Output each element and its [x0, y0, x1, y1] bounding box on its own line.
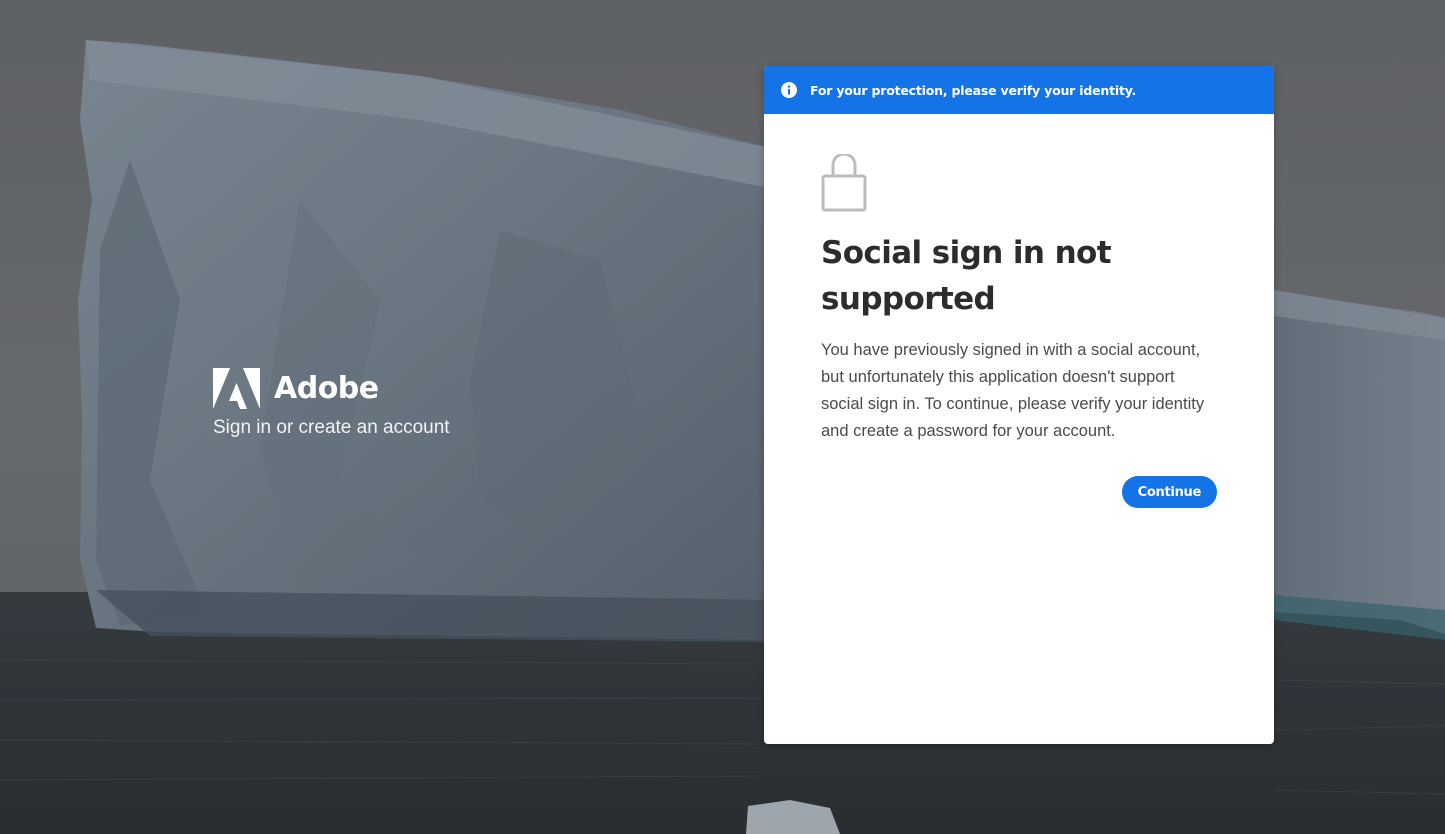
brand-name: Adobe: [274, 371, 379, 406]
lock-icon: [821, 154, 867, 212]
info-icon: [781, 82, 797, 98]
card-body: Social sign in not supported You have pr…: [764, 114, 1274, 508]
continue-button[interactable]: Continue: [1121, 476, 1217, 508]
protection-banner: For your protection, please verify your …: [764, 66, 1274, 114]
banner-text: For your protection, please verify your …: [810, 82, 1137, 98]
brand-tagline: Sign in or create an account: [213, 417, 450, 438]
branding: Adobe Sign in or create an account: [213, 368, 450, 439]
message-text: You have previously signed in with a soc…: [821, 341, 1205, 440]
brand-row: Adobe: [213, 368, 450, 409]
adobe-logo-icon: [213, 368, 260, 409]
page-title: Social sign in not supported: [821, 235, 1112, 317]
verification-card: For your protection, please verify your …: [764, 66, 1274, 744]
actions: Continue: [821, 476, 1217, 508]
